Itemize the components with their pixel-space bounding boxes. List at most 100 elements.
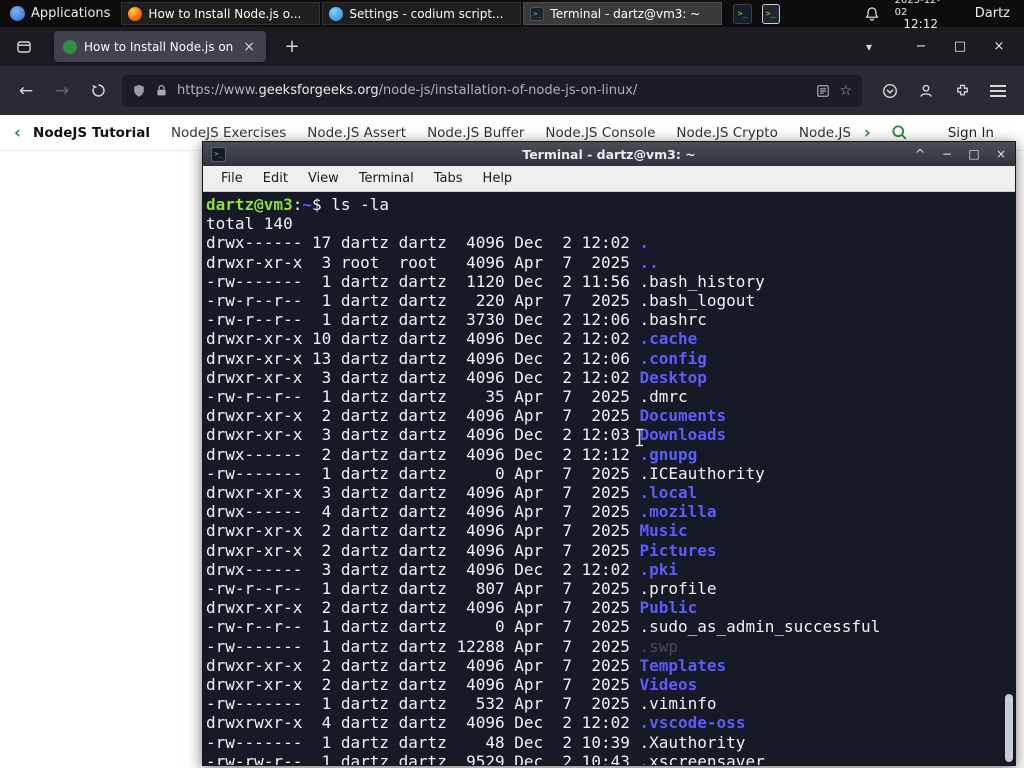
window-maximize-button[interactable]: □ <box>953 39 967 54</box>
panel-clock[interactable]: 2025-12-02 12:12 <box>895 0 947 32</box>
terminal-line: drwxr-xr-x 2 dartz dartz 4096 Apr 7 2025… <box>206 540 717 560</box>
task-button-title: How to Install Node.js o... <box>148 6 302 21</box>
terminal-maximize-button[interactable]: □ <box>968 147 980 161</box>
terminal-line: drwx------ 2 dartz dartz 4096 Dec 2 12:1… <box>206 444 698 464</box>
terminal-menu-terminal[interactable]: Terminal <box>349 168 424 189</box>
terminal-screen[interactable]: dartz@vm3:~$ ls -la total 140 drwx------ 1… <box>203 192 1015 765</box>
site-nav-link[interactable]: Node.JS Buffer <box>427 125 524 141</box>
terminal-icon: >_ <box>530 6 545 21</box>
menu-hamburger-icon[interactable] <box>982 76 1014 106</box>
terminal-line: drwxr-xr-x 3 root root 4096 Apr 7 2025 .… <box>206 252 659 272</box>
terminal-close-button[interactable]: × <box>995 147 1007 161</box>
terminal-shade-button[interactable]: ^ <box>914 147 926 161</box>
url-prefix: https://www. <box>177 83 259 98</box>
terminal-line: -rw-r--r-- 1 dartz dartz 220 Apr 7 2025 … <box>206 291 756 311</box>
terminal-menu-view[interactable]: View <box>298 168 349 189</box>
firefox-icon <box>128 6 143 21</box>
url-bar[interactable]: https://www.geeksforgeeks.org/node-js/in… <box>122 74 862 107</box>
gfg-favicon <box>63 39 77 54</box>
applications-label: Applications <box>31 6 111 21</box>
terminal-line: -rw------- 1 dartz dartz 0 Apr 7 2025 .I… <box>206 463 765 483</box>
terminal-line: -rw-r--r-- 1 dartz dartz 807 Apr 7 2025 … <box>206 579 717 599</box>
terminal-line: drwx------ 17 dartz dartz 4096 Dec 2 12:… <box>206 233 650 253</box>
reload-button[interactable] <box>82 76 114 106</box>
site-nav-link[interactable]: NodeJS Exercises <box>171 125 286 141</box>
navigation-toolbar: ← → https://www.geeksforgeeks.org/node-j… <box>0 66 1024 115</box>
terminal-glyph: >_ <box>214 150 223 158</box>
codium-icon <box>329 6 344 21</box>
applications-icon <box>10 6 25 21</box>
sign-in-button[interactable]: Sign In <box>948 125 994 141</box>
terminal-line: drwxr-xr-x 2 dartz dartz 4096 Apr 7 2025… <box>206 655 727 675</box>
top-panel: Applications How to Install Node.js o...… <box>0 0 1024 31</box>
applications-menu-button[interactable]: Applications <box>0 0 120 27</box>
site-nav-link[interactable]: Node.JS DNS <box>799 125 852 141</box>
terminal-line: -rw-r--r-- 1 dartz dartz 0 Apr 7 2025 .s… <box>206 617 881 637</box>
terminal-line: drwxr-xr-x 3 dartz dartz 4096 Apr 7 2025… <box>206 483 698 503</box>
terminal-icon: >_ <box>211 146 226 162</box>
terminal-output: dartz@vm3:~$ ls -la total 140 drwx------ 1… <box>206 195 1015 765</box>
terminal-menu-file[interactable]: File <box>211 168 253 189</box>
extensions-icon[interactable] <box>946 76 978 106</box>
reader-mode-icon[interactable] <box>816 84 830 98</box>
list-all-tabs-icon[interactable]: ▾ <box>866 40 872 54</box>
terminal-minimize-button[interactable]: − <box>941 147 953 161</box>
forward-button[interactable]: → <box>46 76 78 106</box>
bookmark-star-icon[interactable]: ☆ <box>839 83 852 99</box>
lock-icon[interactable] <box>155 84 168 97</box>
terminal-menu-edit[interactable]: Edit <box>253 168 298 189</box>
terminal-titlebar[interactable]: Terminal - dartz@vm3: ~ >_ ^ − □ × <box>203 142 1015 166</box>
panel-task-buttons: How to Install Node.js o... Settings - co… <box>120 0 723 27</box>
tray-terminal-icon-focused[interactable]: >_ <box>761 3 780 24</box>
terminal-line: -rw------- 1 dartz dartz 12288 Apr 7 202… <box>206 636 679 656</box>
terminal-line: drwxr-xr-x 2 dartz dartz 4096 Apr 7 2025… <box>206 675 698 695</box>
task-button-terminal[interactable]: >_ Terminal - dartz@vm3: ~ <box>523 2 723 25</box>
terminal-window: Terminal - dartz@vm3: ~ >_ ^ − □ × File E… <box>202 141 1016 766</box>
site-nav-link[interactable]: Node.JS Crypto <box>676 125 777 141</box>
url-text: https://www.geeksforgeeks.org/node-js/in… <box>177 83 807 98</box>
terminal-line: drwxrwxr-x 4 dartz dartz 4096 Dec 2 12:0… <box>206 713 746 733</box>
task-button-firefox[interactable]: How to Install Node.js o... <box>121 2 321 25</box>
terminal-menu-tabs[interactable]: Tabs <box>424 168 473 189</box>
tab-close-icon[interactable]: × <box>241 39 257 55</box>
browser-tab[interactable]: How to Install Node.js on × <box>54 31 266 62</box>
nav-scroll-left-icon[interactable]: ‹ <box>12 123 23 143</box>
pocket-icon[interactable] <box>874 76 906 106</box>
terminal-line: total 140 <box>206 214 293 234</box>
terminal-line: -rw------- 1 dartz dartz 532 Apr 7 2025 … <box>206 694 717 714</box>
nav-scroll-right-icon[interactable]: › <box>862 123 873 143</box>
task-button-codium[interactable]: Settings - codium script... <box>322 2 522 25</box>
terminal-line: -rw-rw-r-- 1 dartz dartz 9529 Dec 2 10:4… <box>206 751 765 765</box>
terminal-line: -rw-r--r-- 1 dartz dartz 35 Apr 7 2025 .… <box>206 387 688 407</box>
browser-window-controls: − □ × <box>914 39 1006 54</box>
site-nav-link[interactable]: Node.JS Assert <box>307 125 406 141</box>
terminal-glyph: >_ <box>765 9 776 18</box>
clock-time: 12:12 <box>903 17 938 32</box>
tray-terminal-icon[interactable]: >_ <box>733 3 752 24</box>
user-label: Dartz <box>974 6 1010 21</box>
terminal-line: drwxr-xr-x 2 dartz dartz 4096 Apr 7 2025… <box>206 598 698 618</box>
site-nav-link[interactable]: NodeJS Tutorial <box>33 125 150 141</box>
back-button[interactable]: ← <box>10 76 42 106</box>
system-tray: >_ >_ 2025-12-02 12:12 Dartz <box>723 0 1024 32</box>
notifications-bell-icon[interactable] <box>864 6 880 22</box>
window-close-button[interactable]: × <box>992 39 1006 54</box>
site-nav-link[interactable]: Node.JS Console <box>545 125 655 141</box>
task-button-title: Terminal - dartz@vm3: ~ <box>550 6 701 21</box>
shield-icon[interactable] <box>132 84 146 98</box>
terminal-menubar: File Edit View Terminal Tabs Help <box>203 166 1015 192</box>
terminal-menu-help[interactable]: Help <box>473 168 523 189</box>
window-minimize-button[interactable]: − <box>914 39 928 54</box>
terminal-title: Terminal - dartz@vm3: ~ <box>522 146 696 162</box>
search-icon[interactable] <box>891 124 908 141</box>
terminal-line: drwx------ 3 dartz dartz 4096 Dec 2 12:0… <box>206 559 679 579</box>
terminal-line: drwxr-xr-x 2 dartz dartz 4096 Apr 7 2025… <box>206 406 727 426</box>
terminal-scrollbar-thumb[interactable] <box>1005 694 1013 762</box>
terminal-line: -rw------- 1 dartz dartz 1120 Dec 2 11:5… <box>206 271 765 291</box>
tab-bar: How to Install Node.js on × + ▾ − □ × <box>0 27 1024 66</box>
terminal-glyph: >_ <box>737 9 748 18</box>
clock-date: 2025-12-02 <box>894 0 941 18</box>
account-icon[interactable] <box>910 76 942 106</box>
firefox-view-icon[interactable] <box>10 33 38 61</box>
new-tab-button[interactable]: + <box>278 36 306 57</box>
